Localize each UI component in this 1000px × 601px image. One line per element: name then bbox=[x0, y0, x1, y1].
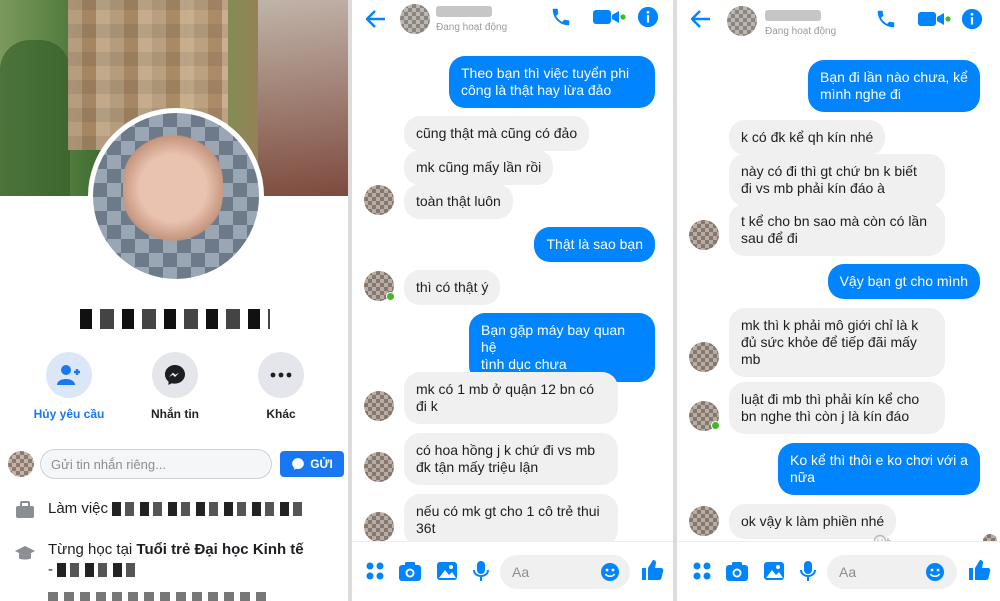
message-in[interactable]: k có đk kể qh kín nhé bbox=[729, 120, 886, 155]
cancel-request-label: Hủy yêu cầu bbox=[33, 407, 105, 421]
message-in[interactable]: toàn thật luôn bbox=[404, 184, 513, 219]
extra-info-cut bbox=[14, 592, 344, 601]
profile-name-redacted bbox=[80, 309, 270, 329]
phone-icon[interactable] bbox=[875, 8, 897, 30]
school-link[interactable]: Tuổi trẻ Đại học Kinh tế bbox=[136, 541, 303, 558]
message-in[interactable]: này có đi thì gt chứ bn k biết đi vs mb … bbox=[729, 154, 945, 206]
work-label: Làm việc bbox=[48, 500, 109, 517]
person-cancel-icon bbox=[46, 352, 92, 398]
profile-avatar[interactable] bbox=[88, 108, 264, 284]
image-icon[interactable] bbox=[763, 560, 785, 582]
message-in[interactable]: mk cũng mấy lần rồi bbox=[404, 150, 554, 185]
graduation-cap-icon bbox=[15, 546, 35, 560]
camera-icon[interactable] bbox=[725, 560, 749, 582]
message-out[interactable]: Thật là sao bạn bbox=[534, 227, 655, 262]
chat-panel-2: Đang hoạt động Bạn đi lần nào chưa, kể m… bbox=[677, 0, 1000, 601]
composer-bar: Aa bbox=[352, 541, 673, 601]
video-call-icon[interactable] bbox=[592, 6, 626, 28]
contact-avatar[interactable] bbox=[400, 4, 430, 34]
cover-building bbox=[258, 0, 348, 196]
thumbs-up-icon[interactable] bbox=[967, 558, 991, 582]
study-redacted bbox=[57, 563, 138, 578]
message-in[interactable]: luật đi mb thì phải kín kể cho bn nghe t… bbox=[729, 382, 945, 434]
private-message-row: Gửi tin nhắn riêng... GỬI bbox=[8, 448, 344, 480]
contact-chat-avatar bbox=[364, 391, 394, 421]
image-icon[interactable] bbox=[436, 560, 458, 582]
microphone-icon[interactable] bbox=[799, 560, 817, 582]
send-button[interactable]: GỬI bbox=[280, 451, 344, 477]
thumbs-up-icon[interactable] bbox=[640, 558, 664, 582]
contact-chat-avatar bbox=[689, 220, 719, 250]
contact-name-redacted[interactable] bbox=[765, 10, 821, 21]
composer-bar: Aa bbox=[677, 541, 1000, 601]
contact-chat-avatar bbox=[689, 342, 719, 372]
study-prefix: Từng học tại bbox=[48, 541, 137, 558]
message-out[interactable]: Vậy bạn gt cho mình bbox=[827, 264, 980, 299]
apps-grid-icon[interactable] bbox=[364, 560, 386, 582]
more-button[interactable]: Khác bbox=[236, 352, 326, 421]
work-redacted bbox=[112, 502, 303, 517]
message-in[interactable]: nếu có mk gt cho 1 cô trẻ thui 36t bbox=[404, 494, 618, 546]
emoji-icon[interactable] bbox=[600, 562, 620, 582]
message-in[interactable]: có hoa hồng j k chứ đi vs mb đk tận mấy … bbox=[404, 433, 618, 485]
chat-panel-1: Đang hoạt động Theo bạn thì việc tuyển p… bbox=[352, 0, 673, 601]
message-in[interactable]: t kể cho bn sao mà còn có lần sau để đi bbox=[729, 204, 945, 256]
chat-header: Đang hoạt động bbox=[677, 0, 1000, 40]
back-arrow-icon[interactable] bbox=[690, 8, 711, 34]
messenger-icon bbox=[292, 458, 305, 470]
message-in[interactable]: ok vậy k làm phiền nhé bbox=[729, 504, 897, 539]
cancel-request-button[interactable]: Hủy yêu cầu bbox=[24, 352, 114, 421]
info-icon[interactable] bbox=[961, 8, 983, 30]
briefcase-icon bbox=[16, 501, 34, 518]
microphone-icon[interactable] bbox=[472, 560, 490, 582]
contact-chat-avatar bbox=[364, 185, 394, 215]
active-status: Đang hoạt động bbox=[765, 26, 837, 37]
message-in[interactable]: thì có thật ý bbox=[404, 270, 501, 305]
camera-icon[interactable] bbox=[398, 560, 422, 582]
online-dot bbox=[386, 292, 395, 301]
messenger-icon bbox=[152, 352, 198, 398]
contact-chat-avatar bbox=[364, 452, 394, 482]
more-dots-icon bbox=[258, 352, 304, 398]
contact-chat-avatar bbox=[689, 506, 719, 536]
more-label: Khác bbox=[266, 407, 296, 421]
private-message-input[interactable]: Gửi tin nhắn riêng... bbox=[40, 449, 272, 479]
message-in[interactable]: mk có 1 mb ở quận 12 bn có đi k bbox=[404, 372, 618, 424]
message-label: Nhắn tin bbox=[151, 407, 199, 421]
my-avatar bbox=[8, 451, 34, 477]
contact-chat-avatar bbox=[364, 512, 394, 542]
back-arrow-icon[interactable] bbox=[365, 8, 386, 34]
message-in[interactable]: cũng thật mà cũng có đảo bbox=[404, 116, 590, 151]
message-out[interactable]: Theo bạn thì việc tuyển phi công là thật… bbox=[449, 56, 655, 108]
emoji-icon[interactable] bbox=[925, 562, 945, 582]
send-label: GỬI bbox=[310, 457, 333, 471]
contact-avatar[interactable] bbox=[727, 6, 757, 36]
message-out[interactable]: Bạn đi lần nào chưa, kể mình nghe đi bbox=[808, 60, 980, 112]
active-status: Đang hoạt động bbox=[436, 22, 508, 33]
study-continue: - bbox=[48, 561, 53, 578]
phone-icon[interactable] bbox=[550, 6, 572, 28]
message-out[interactable]: Ko kể thì thôi e ko chơi với a nữa bbox=[778, 443, 980, 495]
video-call-icon[interactable] bbox=[917, 8, 951, 30]
message-button[interactable]: Nhắn tin bbox=[130, 352, 220, 421]
contact-name-redacted[interactable] bbox=[436, 6, 492, 17]
profile-panel: Hủy yêu cầu Nhắn tin Khác Gửi tin nhắn r… bbox=[0, 0, 348, 601]
study-info: Từng học tại Tuổi trẻ Đại học Kinh tế - bbox=[14, 540, 344, 580]
online-dot bbox=[711, 421, 720, 430]
info-icon[interactable] bbox=[637, 6, 659, 28]
message-in[interactable]: mk thì k phải mô giới chỉ là k đủ sức kh… bbox=[729, 308, 945, 377]
chat-header: Đang hoạt động bbox=[352, 0, 673, 40]
apps-grid-icon[interactable] bbox=[691, 560, 713, 582]
cover-tree bbox=[0, 40, 70, 196]
work-info: Làm việc bbox=[14, 500, 344, 522]
